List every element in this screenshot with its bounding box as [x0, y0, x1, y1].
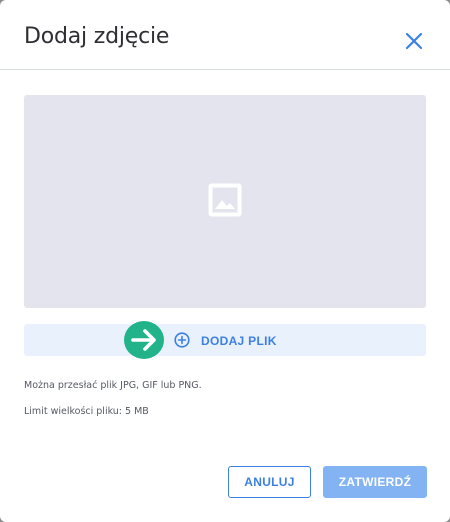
- plus-circle-icon: [174, 332, 190, 348]
- add-photo-dialog: Dodaj zdjęcie DODAJ PLIK Można przesłać …: [0, 0, 450, 522]
- confirm-button[interactable]: ZATWIERDŹ: [323, 466, 427, 498]
- close-button[interactable]: [400, 27, 428, 55]
- add-file-button[interactable]: DODAJ PLIK: [24, 321, 426, 359]
- cancel-button[interactable]: ANULUJ: [228, 466, 311, 498]
- add-file-label: DODAJ PLIK: [201, 334, 277, 348]
- size-limit-text: Limit wielkości pliku: 5 MB: [24, 406, 149, 417]
- close-icon: [405, 32, 423, 50]
- dialog-title: Dodaj zdjęcie: [24, 24, 170, 49]
- arrow-right-icon: [124, 321, 164, 359]
- allowed-formats-text: Można przesłać plik JPG, GIF lub PNG.: [24, 380, 202, 391]
- image-preview-area: [24, 95, 426, 308]
- image-placeholder-icon: [208, 183, 242, 217]
- dialog-header: Dodaj zdjęcie: [0, 0, 450, 70]
